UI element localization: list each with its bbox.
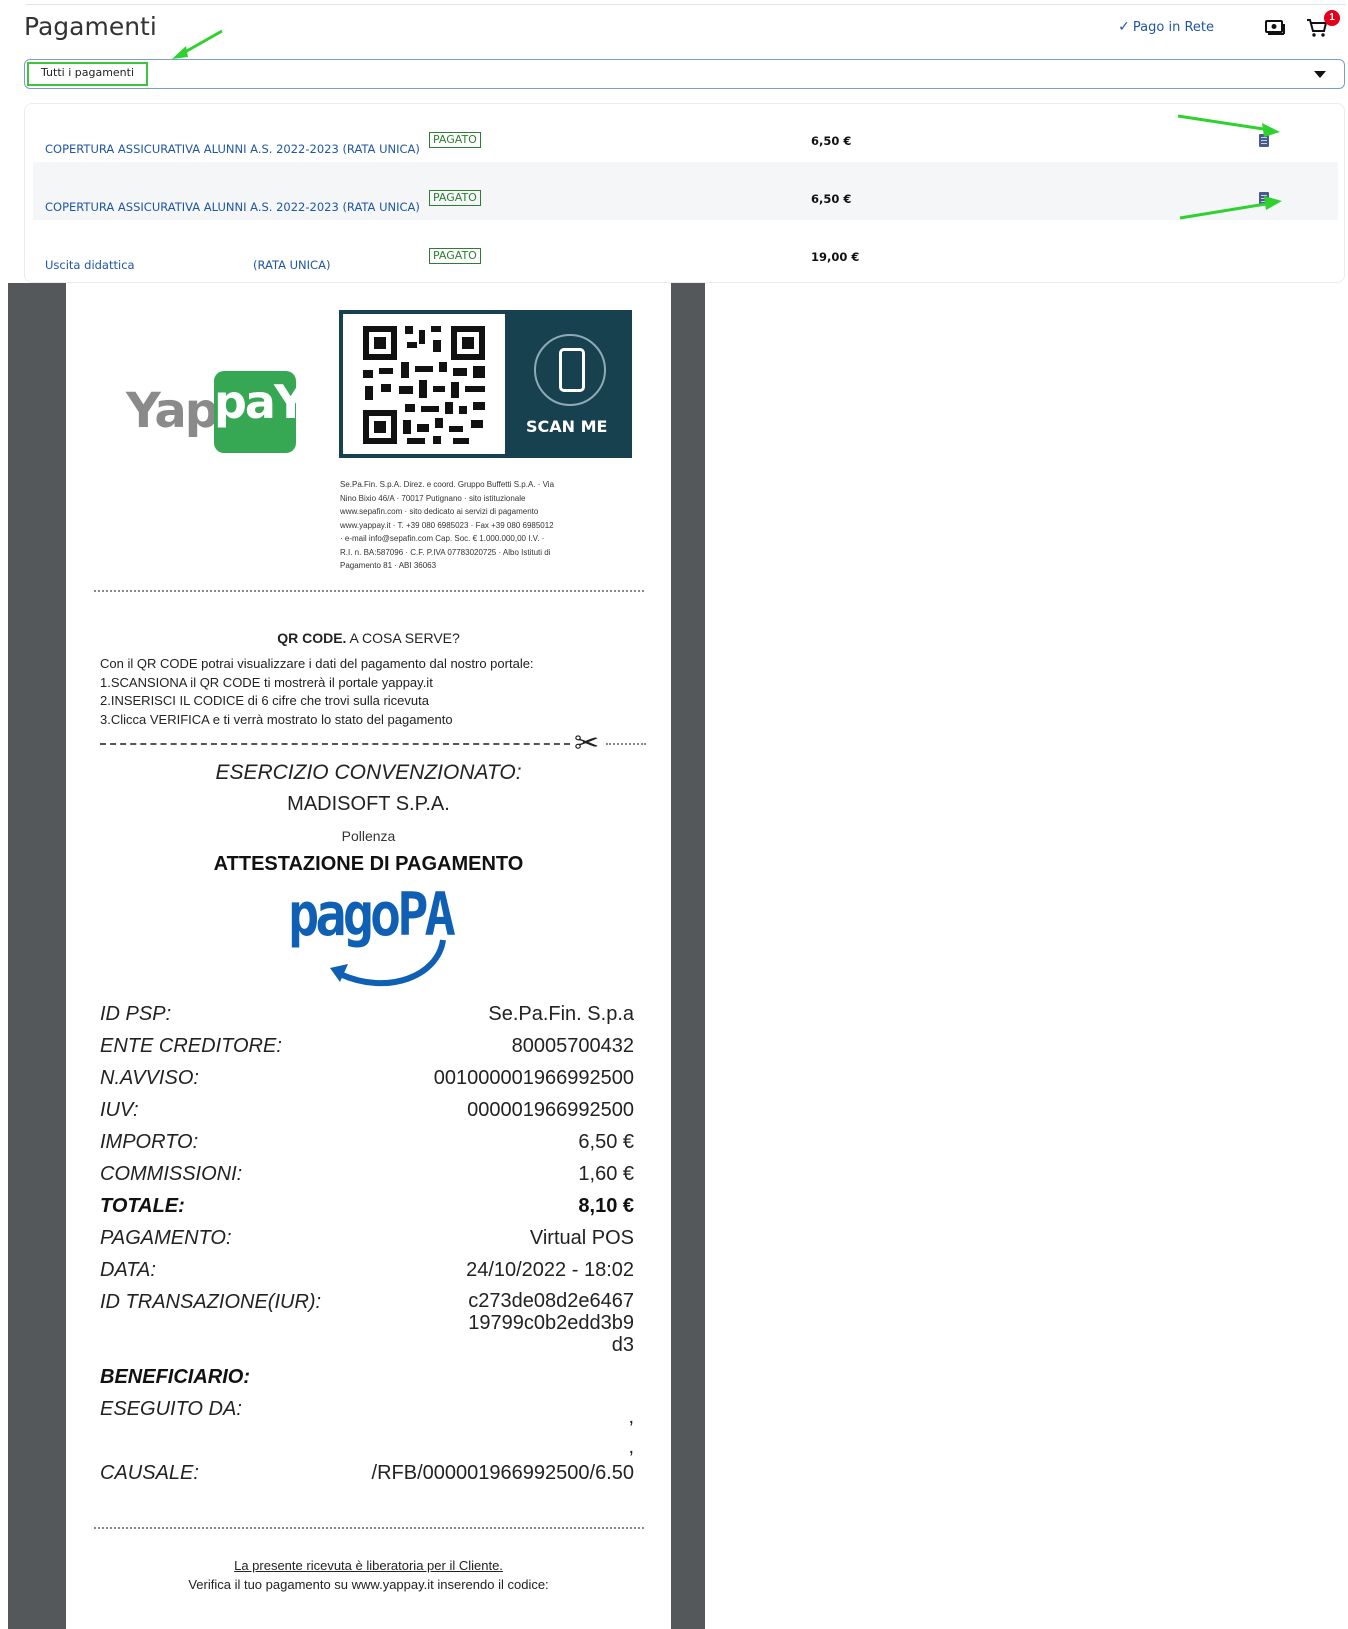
receipt-field: PAGAMENTO: Virtual POS — [100, 1227, 634, 1249]
company-info-line: www.sepafin.com · sito dedicato ai servi… — [340, 507, 539, 516]
qr-section-title: QR CODE. A COSA SERVE? — [277, 630, 460, 646]
receipt-field: ID PSP: Se.Pa.Fin. S.p.a — [100, 1003, 634, 1025]
receipt-footer-instructions: Verifica il tuo pagamento su www.yappay.… — [188, 1577, 549, 1592]
qr-instruction-line: 1.SCANSIONA il QR CODE ti mostrerà il po… — [100, 674, 433, 690]
qr-code-panel: SCAN ME — [339, 310, 632, 458]
receipt-field: DATA: 24/10/2022 - 18:02 — [100, 1259, 634, 1281]
status-badge: PAGATO — [429, 190, 481, 206]
receipt-field: ESEGUITO DA: ,, — [100, 1398, 634, 1458]
yappay-logo: Yap paY — [126, 371, 307, 461]
payment-description-link[interactable]: Uscita didattica — [45, 258, 135, 272]
logo-text-right: paY — [214, 371, 307, 453]
payment-description-suffix: (RATA UNICA) — [253, 258, 331, 272]
company-info-line: Pagamento 81 · ABI 36063 — [340, 561, 437, 570]
header-actions: ✓ Pago in Rete 1 — [1118, 10, 1340, 37]
pagopa-swoosh-icon — [330, 939, 446, 987]
receipt-field: CAUSALE:/RFB/000001966992500/6.50 — [100, 1462, 634, 1484]
company-info-line: · e-mail info@sepafin.com Cap. Soc. € 1.… — [340, 534, 545, 543]
receipt-field: ID TRANSAZIONE(IUR): c273de08d2e6467 1979… — [100, 1290, 634, 1356]
payment-filter-select[interactable]: Tutti i pagamenti — [24, 59, 1345, 89]
wallet-icon[interactable] — [1264, 18, 1286, 36]
annotation-arrow — [172, 29, 223, 59]
company-info: Se.Pa.Fin. S.p.A. Direz. e coord. Gruppo… — [340, 478, 640, 573]
qr-instructions: Con il QR CODE potrai visualizzare i dat… — [100, 655, 534, 729]
status-badge: PAGATO — [429, 132, 481, 148]
company-info-line: Se.Pa.Fin. S.p.A. Direz. e coord. Gruppo… — [340, 480, 555, 489]
cart-button[interactable]: 1 — [1306, 10, 1340, 37]
receipt-field: ENTE CREDITORE: 80005700432 — [100, 1035, 634, 1057]
receipt-field: BENEFICIARIO: — [100, 1366, 250, 1388]
receipt-field: IUV: 000001966992500 — [100, 1099, 634, 1121]
receipt-footer-note: La presente ricevuta è liberatoria per i… — [234, 1558, 503, 1573]
payment-description-link[interactable]: COPERTURA ASSICURATIVA ALUNNI A.S. 2022-… — [45, 142, 420, 156]
qr-code — [343, 314, 505, 454]
cut-line-end — [606, 743, 646, 745]
receipt-field: COMMISSIONI: 1,60 € — [100, 1163, 634, 1185]
payment-row: COPERTURA ASSICURATIVA ALUNNI A.S. 2022-… — [33, 104, 1338, 162]
dotted-divider — [94, 590, 644, 592]
merchant-name: MADISOFT S.P.A. — [287, 793, 450, 815]
filter-selected-value: Tutti i pagamenti — [27, 62, 149, 86]
payment-amount: 6,50 € — [811, 192, 852, 206]
pagopa-logo: pagoPA — [288, 881, 458, 991]
dotted-divider — [94, 1527, 644, 1529]
annotation-arrow — [1179, 196, 1282, 220]
cut-line — [100, 743, 570, 745]
check-icon: ✓ — [1118, 19, 1130, 35]
status-badge: PAGATO — [429, 248, 481, 264]
logo-text-left: Yap — [126, 383, 219, 439]
pago-in-rete-label: Pago in Rete — [1132, 19, 1214, 35]
caret-down-icon — [1314, 71, 1326, 78]
payment-amount: 6,50 € — [811, 134, 852, 148]
merchant-city: Pollenza — [341, 828, 396, 844]
esercizio-label: ESERCIZIO CONVENZIONATO: — [215, 761, 522, 784]
payment-row: Uscita didattica (RATA UNICA) PAGATO 19,… — [33, 220, 1338, 278]
page-title: Pagamenti — [24, 12, 157, 41]
receipt-field: N.AVVISO: 001000001966992500 — [100, 1067, 634, 1089]
receipt-field-total: TOTALE: 8,10 € — [100, 1195, 634, 1217]
company-info-line: Nino Bixio 46/A · 70017 Putignano · sito… — [340, 493, 526, 503]
qr-instruction-line: Con il QR CODE potrai visualizzare i dat… — [100, 656, 534, 671]
top-divider — [26, 4, 1346, 5]
cart-count-badge: 1 — [1324, 10, 1340, 26]
company-info-line: R.I. n. BA:587096 · C.F. P.IVA 077830207… — [340, 547, 551, 557]
qr-instruction-line: 2.INSERISCI IL CODICE di 6 cifre che tro… — [100, 693, 429, 708]
pago-in-rete-link[interactable]: ✓ Pago in Rete — [1118, 19, 1214, 35]
receipt-title: ATTESTAZIONE DI PAGAMENTO — [213, 853, 524, 875]
payments-list: COPERTURA ASSICURATIVA ALUNNI A.S. 2022-… — [24, 103, 1345, 283]
payment-amount: 19,00 € — [811, 250, 860, 264]
payment-description-link[interactable]: COPERTURA ASSICURATIVA ALUNNI A.S. 2022-… — [45, 200, 420, 214]
phone-icon — [534, 334, 606, 406]
qr-instruction-line: 3.Clicca VERIFICA e ti verrà mostrato lo… — [100, 711, 453, 727]
scan-me-label: SCAN ME — [526, 417, 608, 436]
scissors-icon: ✂ — [574, 727, 600, 760]
receipt-fields: ID PSP: Se.Pa.Fin. S.p.a ENTE CREDITORE: 8… — [100, 1003, 634, 1494]
payment-receipt: Yap paY SCAN ME Se.Pa.Fin. S.p.A. Direz.… — [66, 283, 671, 1629]
receipt-field: IMPORTO: 6,50 € — [100, 1131, 634, 1153]
annotation-arrow — [1177, 114, 1280, 137]
company-info-line: www.yappay.it · T. +39 080 6985023 · Fax… — [340, 520, 554, 530]
payment-row: COPERTURA ASSICURATIVA ALUNNI A.S. 2022-… — [33, 162, 1338, 220]
